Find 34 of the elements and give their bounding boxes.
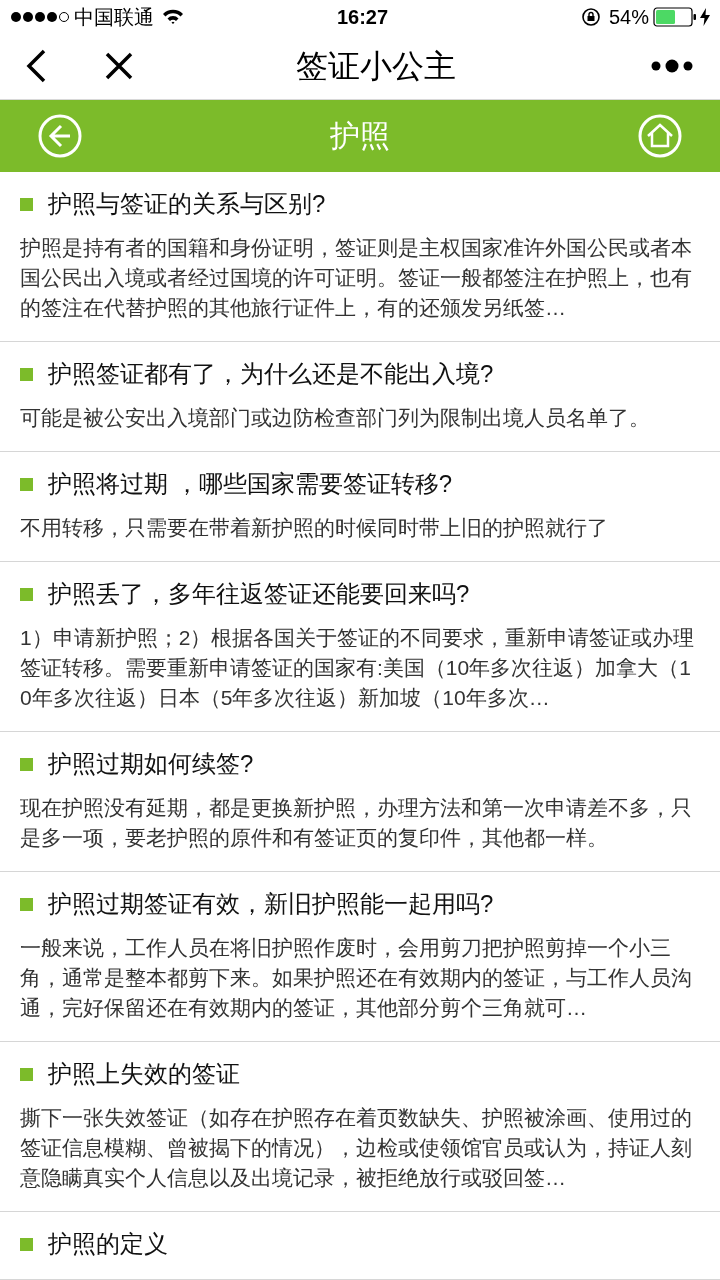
- bullet-icon: [20, 1067, 33, 1081]
- page-title: 签证小公主: [296, 47, 456, 87]
- charging-bolt-icon: [700, 7, 710, 26]
- question-title[interactable]: 护照签证都有了，为什么还是不能出入境?: [48, 357, 494, 391]
- question-title[interactable]: 护照将过期 ，哪些国家需要签证转移?: [48, 467, 452, 501]
- bullet-icon: [20, 897, 33, 911]
- rotation-lock-icon: [580, 6, 601, 27]
- answer-text: 撕下一张失效签证（如存在护照存在着页数缺失、护照被涂画、使用过的签证信息模糊、曾被揭下的情况），边检或使领馆官员或认为，持证人刻意隐瞒真实个人信息以及出境记录，被拒绝放行或驳回签…: [20, 1105, 693, 1191]
- question-title[interactable]: 护照过期签证有效，新旧护照能一起用吗?: [48, 887, 494, 921]
- bullet-icon: [20, 477, 33, 491]
- answer-text: 可能是被公安出入境部门或边防检查部门列为限制出境人员名单了。: [20, 405, 651, 431]
- signal-strength-icon: [10, 10, 70, 23]
- battery-icon: [653, 6, 697, 27]
- bullet-icon: [20, 757, 33, 771]
- answer-text: 1）申请新护照；2）根据各国关于签证的不同要求，重新申请签证或办理签证转移。需要重新申请签证的国家有:美国（10年多次往返）加拿大（10年多次往返）日本（5年多次往返）新加坡（10年多次…: [20, 625, 696, 711]
- answer-text: 护照是持有者的国籍和身份证明，签证则是主权国家准许外国公民或者本国公民出入境或者经过国境的许可证明。签证一般都签注在护照上，也有的签注在代替护照的其他旅行证件上，有的还颁发另纸签…: [20, 235, 693, 321]
- bullet-icon: [20, 587, 33, 601]
- question-title[interactable]: 护照上失效的签证: [48, 1057, 240, 1091]
- question-title[interactable]: 护照的定义: [48, 1227, 168, 1261]
- carrier-name: 中国联通: [74, 4, 154, 30]
- wifi-icon: [162, 8, 184, 25]
- question-title[interactable]: 护照过期如何续签?: [48, 747, 254, 781]
- header-title: 护照: [330, 118, 390, 155]
- close-button[interactable]: [104, 51, 134, 82]
- bullet-icon: [20, 367, 33, 381]
- question-title[interactable]: 护照丢了，多年往返签证还能要回来吗?: [48, 577, 470, 611]
- answer-text: 现在护照没有延期，都是更换新护照，办理方法和第一次申请差不多，只是多一项，要老护照的原件和有签证页的复印件，其他都一样。: [20, 795, 693, 851]
- answer-text: 不用转移，只需要在带着新护照的时候同时带上旧的护照就行了: [20, 515, 609, 541]
- answer-text: 一般来说，工作人员在将旧护照作废时，会用剪刀把护照剪掉一个小三角，通常是整本都剪下来。如果护照还在有效期内的签证，与工作人员沟通，完好保留还在有效期内的签证，其他部分剪个三角就可…: [20, 935, 693, 1021]
- battery-percentage: 54%: [608, 4, 649, 30]
- bullet-icon: [20, 197, 33, 211]
- clock-time: 16:27: [336, 4, 389, 30]
- bullet-icon: [20, 1237, 33, 1251]
- question-title[interactable]: 护照与签证的关系与区别?: [48, 187, 326, 221]
